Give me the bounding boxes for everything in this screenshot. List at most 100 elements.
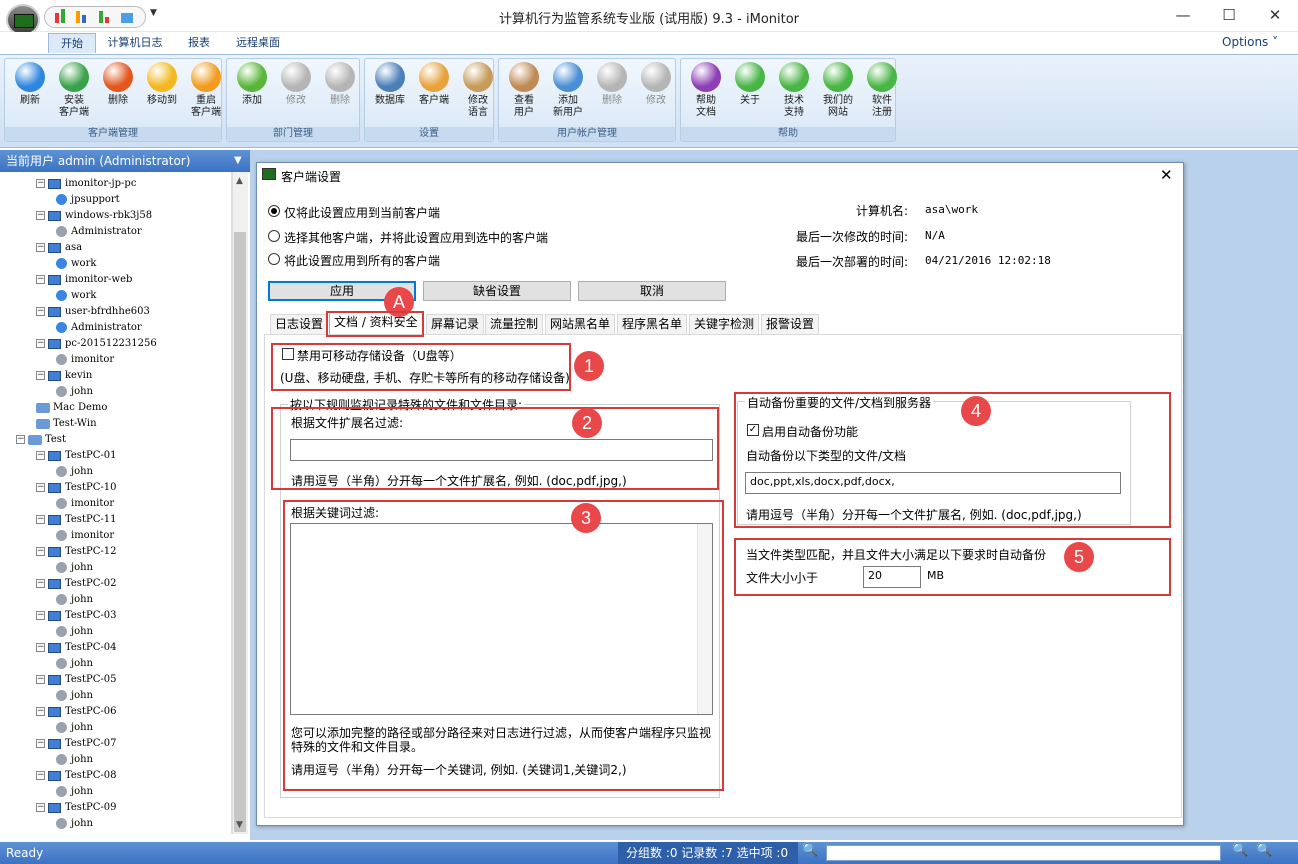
tab-program-blacklist[interactable]: 程序黑名单 <box>617 314 688 334</box>
collapse-icon[interactable]: − <box>36 371 45 380</box>
radio-selected-clients[interactable] <box>268 230 280 242</box>
ribbon-button-2-2[interactable]: 修改 语言 <box>456 60 500 122</box>
ribbon-button-1-2[interactable]: 删除 <box>318 60 362 122</box>
collapse-icon[interactable]: − <box>36 675 45 684</box>
tree-user[interactable]: Administrator <box>56 320 142 336</box>
collapse-icon[interactable]: − <box>36 643 45 652</box>
ribbon-button-2-0[interactable]: 数据库 <box>368 60 412 122</box>
ribbon-button-3-2[interactable]: 删除 <box>590 60 634 122</box>
tree-computer[interactable]: − TestPC-11 <box>36 512 116 528</box>
tree-computer[interactable]: − TestPC-10 <box>36 480 116 496</box>
ribbon-button-3-3[interactable]: 修改 <box>634 60 678 122</box>
ribbon-button-2-1[interactable]: 客户端 <box>412 60 456 122</box>
tree-user[interactable]: Administrator <box>56 224 142 240</box>
collapse-icon[interactable]: − <box>36 483 45 492</box>
tree-computer[interactable]: − asa <box>36 240 82 256</box>
scroll-up-icon[interactable]: ▲ <box>236 176 243 186</box>
tree-user[interactable]: john <box>56 752 93 768</box>
search-icon[interactable]: 🔍 <box>802 843 818 858</box>
tree-user[interactable]: john <box>56 624 93 640</box>
tree-computer[interactable]: − TestPC-08 <box>36 768 116 784</box>
ribbon-button-1-0[interactable]: 添加 <box>230 60 274 122</box>
minimize-button[interactable]: — <box>1160 0 1206 30</box>
scroll-down-icon[interactable]: ▼ <box>236 820 243 830</box>
tab-log-settings[interactable]: 日志设置 <box>270 314 329 334</box>
tab-start[interactable]: 开始 <box>48 33 96 53</box>
tab-website-blacklist[interactable]: 网站黑名单 <box>545 314 616 334</box>
tree-group[interactable]: − Test <box>16 432 66 448</box>
tree-user[interactable]: work <box>56 256 96 272</box>
tree-user[interactable]: john <box>56 720 93 736</box>
current-user-header[interactable]: 当前用户 admin (Administrator) <box>0 150 250 172</box>
tree-user[interactable]: john <box>56 560 93 576</box>
collapse-icon[interactable]: − <box>36 707 45 716</box>
collapse-icon[interactable]: − <box>36 515 45 524</box>
ribbon-button-0-4[interactable]: 重启 客户端 <box>184 60 228 122</box>
ribbon-button-4-2[interactable]: 技术 支持 <box>772 60 816 122</box>
tree-user[interactable]: john <box>56 592 93 608</box>
tree-user[interactable]: imonitor <box>56 352 114 368</box>
collapse-icon[interactable]: − <box>36 243 45 252</box>
tree-computer[interactable]: − pc-201512231256 <box>36 336 157 352</box>
collapse-icon[interactable]: − <box>36 611 45 620</box>
tree-computer[interactable]: − TestPC-09 <box>36 800 116 816</box>
tab-traffic-control[interactable]: 流量控制 <box>485 314 544 334</box>
tree-group[interactable]: Mac Demo <box>36 400 107 416</box>
collapse-icon[interactable]: − <box>36 579 45 588</box>
collapse-icon[interactable]: − <box>36 339 45 348</box>
ribbon-button-4-0[interactable]: 帮助 文档 <box>684 60 728 122</box>
tree-computer[interactable]: − windows-rbk3j58 <box>36 208 152 224</box>
tree-computer[interactable]: − TestPC-12 <box>36 544 116 560</box>
collapse-icon[interactable]: − <box>36 803 45 812</box>
tree-scrollbar-thumb[interactable] <box>234 232 246 832</box>
tab-computer-log[interactable]: 计算机日志 <box>100 33 170 53</box>
tab-alarm-settings[interactable]: 报警设置 <box>761 314 820 334</box>
ribbon-button-0-3[interactable]: 移动到 <box>140 60 184 122</box>
ribbon-button-0-1[interactable]: 安装 客户端 <box>52 60 96 122</box>
collapse-icon[interactable]: − <box>36 739 45 748</box>
status-search-input[interactable] <box>826 845 1221 861</box>
tree-computer[interactable]: − TestPC-07 <box>36 736 116 752</box>
collapse-icon[interactable]: − <box>36 771 45 780</box>
tree-computer[interactable]: − TestPC-02 <box>36 576 116 592</box>
tree-computer[interactable]: − TestPC-01 <box>36 448 116 464</box>
tree-computer[interactable]: − TestPC-06 <box>36 704 116 720</box>
tree-user[interactable]: john <box>56 464 93 480</box>
tab-reports[interactable]: 报表 <box>176 33 222 53</box>
tree-computer[interactable]: − TestPC-03 <box>36 608 116 624</box>
tree-computer[interactable]: − TestPC-05 <box>36 672 116 688</box>
chevron-down-icon[interactable]: ▼ <box>234 155 242 166</box>
zoom-in-icon[interactable]: 🔍 <box>1232 843 1248 858</box>
tree-computer[interactable]: − user-bfrdhhe603 <box>36 304 150 320</box>
ribbon-button-4-3[interactable]: 我们的 网站 <box>816 60 860 122</box>
ribbon-button-0-2[interactable]: 删除 <box>96 60 140 122</box>
tree-computer[interactable]: − kevin <box>36 368 92 384</box>
tree-user[interactable]: imonitor <box>56 528 114 544</box>
collapse-icon[interactable]: − <box>36 547 45 556</box>
radio-all-clients[interactable] <box>268 253 280 265</box>
ribbon-button-3-0[interactable]: 查看 用户 <box>502 60 546 122</box>
ribbon-button-4-1[interactable]: 关于 <box>728 60 772 122</box>
collapse-icon[interactable]: − <box>16 435 25 444</box>
tree-user[interactable]: john <box>56 688 93 704</box>
tree-computer[interactable]: − imonitor-web <box>36 272 132 288</box>
collapse-icon[interactable]: − <box>36 451 45 460</box>
zoom-out-icon[interactable]: 🔍 <box>1256 843 1272 858</box>
client-tree[interactable]: − imonitor-jp-pc jpsupport − windows-rbk3j58… <box>0 172 232 834</box>
collapse-icon[interactable]: − <box>36 275 45 284</box>
close-button[interactable]: ✕ <box>1252 0 1298 30</box>
tree-user[interactable]: jpsupport <box>56 192 120 208</box>
tab-screen-recording[interactable]: 屏幕记录 <box>426 314 485 334</box>
tree-user[interactable]: john <box>56 656 93 672</box>
default-settings-button[interactable]: 缺省设置 <box>423 281 571 301</box>
tree-computer[interactable]: − imonitor-jp-pc <box>36 176 136 192</box>
collapse-icon[interactable]: − <box>36 307 45 316</box>
ribbon-button-3-1[interactable]: 添加 新用户 <box>546 60 590 122</box>
maximize-button[interactable]: ☐ <box>1206 0 1252 30</box>
tab-remote-desktop[interactable]: 远程桌面 <box>228 33 288 53</box>
tree-user[interactable]: john <box>56 384 93 400</box>
dialog-close-icon[interactable]: ✕ <box>1160 166 1173 184</box>
tab-keyword-detection[interactable]: 关键字检测 <box>689 314 760 334</box>
tree-user[interactable]: john <box>56 784 93 800</box>
collapse-icon[interactable]: − <box>36 179 45 188</box>
